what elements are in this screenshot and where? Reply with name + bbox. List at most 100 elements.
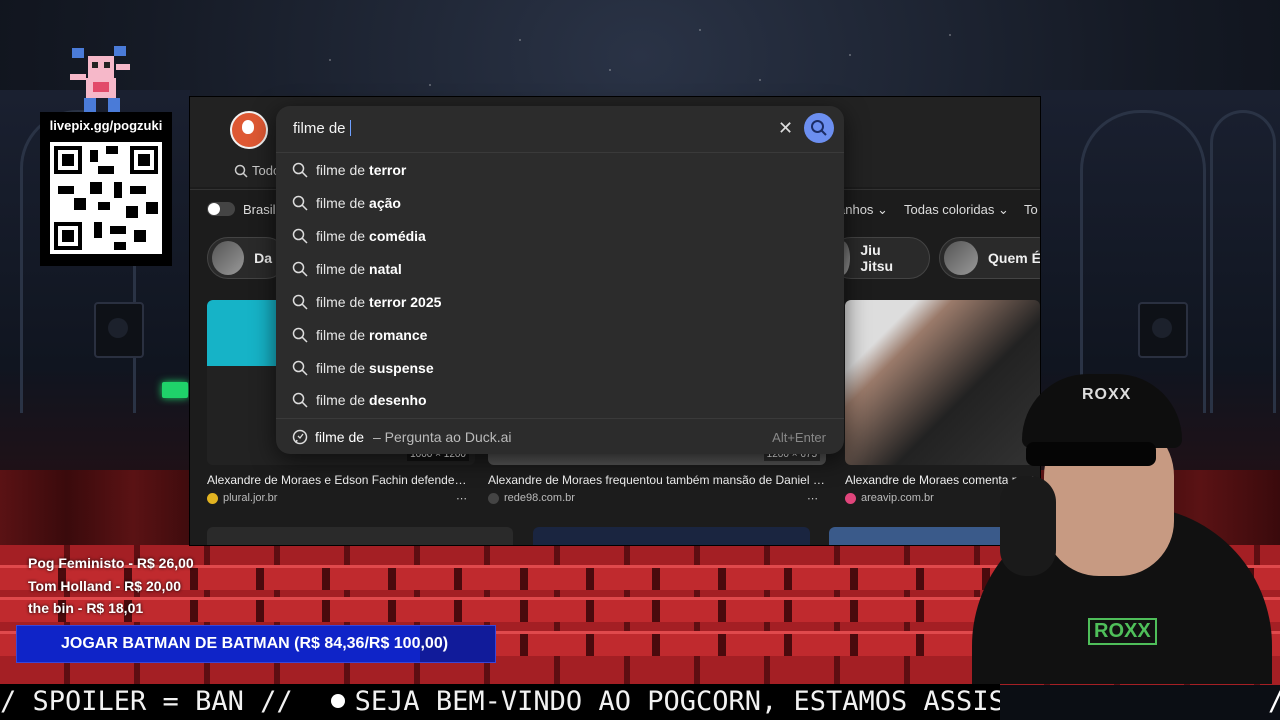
- top-donors-list: Pog Feministo - R$ 26,00 Tom Holland - R…: [28, 552, 194, 620]
- suggestion-prefix: filme de: [316, 228, 366, 244]
- suggestion-prefix: filme de: [316, 294, 366, 310]
- keyboard-shortcut: Alt+Enter: [772, 430, 826, 445]
- livepix-qr-panel: livepix.gg/pogzuki: [40, 112, 172, 266]
- safe-search-toggle[interactable]: [207, 202, 235, 216]
- region-selector[interactable]: Brasil: [243, 202, 276, 217]
- duck-ai-hint: – Pergunta ao Duck.ai: [373, 429, 512, 445]
- suggestion-completion: natal: [369, 261, 402, 277]
- search-suggestions-dropdown: filme de ✕ filme de terror filme de ação f…: [276, 106, 844, 454]
- close-icon[interactable]: ✕: [778, 118, 793, 139]
- image-result[interactable]: [533, 527, 810, 545]
- chip-label: Jiu Jitsu: [860, 242, 894, 274]
- mr-mime-mascot-icon: [70, 46, 130, 112]
- result-source[interactable]: plural.jor.br ⋯: [207, 492, 475, 505]
- chat-bubble-icon: [292, 429, 308, 445]
- exit-sign: [162, 382, 188, 398]
- suggestion-completion: comédia: [369, 228, 426, 244]
- suggestion-prefix: filme de: [316, 162, 366, 178]
- suggestion-completion: romance: [369, 327, 428, 343]
- ticker-bullet-icon: [330, 694, 345, 708]
- webcam-feed: ROXX ROXX: [932, 356, 1280, 684]
- favicon-icon: [845, 492, 856, 504]
- search-submit-button[interactable]: [804, 113, 834, 143]
- suggestion-item[interactable]: filme de ação: [292, 189, 828, 217]
- news-ticker: / SPOILER = BAN // SEJA BEM-VINDO AO POGC…: [0, 684, 1000, 720]
- chevron-down-icon: ⌄: [997, 202, 1009, 217]
- cap-logo: ROXX: [1082, 386, 1132, 403]
- search-icon: [234, 164, 248, 178]
- suggestion-prefix: filme de: [316, 195, 366, 211]
- search-icon: [292, 162, 308, 178]
- suggestion-item[interactable]: filme de natal: [292, 255, 828, 283]
- suggestion-prefix: filme de: [316, 327, 366, 343]
- related-chip[interactable]: Da: [207, 237, 287, 279]
- duck-ai-suggestion[interactable]: filme de – Pergunta ao Duck.ai Alt+Enter: [276, 418, 844, 455]
- size-filter[interactable]: anhos ⌄: [838, 202, 888, 218]
- donor-entry: Tom Holland - R$ 20,00: [28, 577, 181, 594]
- chevron-down-icon: ⌄: [877, 202, 888, 217]
- search-query-text: filme de: [293, 120, 346, 137]
- donor-entry: the bin - R$ 18,01: [28, 600, 144, 616]
- goal-text: JOGAR BATMAN DE BATMAN (R$ 84,36/R$ 100,…: [61, 635, 449, 652]
- ticker-text-right: SEJA BEM-VINDO AO POGCORN, ESTAMOS ASSIS…: [354, 686, 1000, 717]
- qr-code-icon[interactable]: [50, 142, 162, 254]
- streamer-sunglasses: [1026, 442, 1156, 466]
- more-options-icon[interactable]: ⋯: [807, 492, 818, 505]
- color-filter[interactable]: Todas coloridas ⌄: [904, 202, 1009, 218]
- suggestion-completion: ação: [369, 195, 401, 211]
- suggestion-prefix: filme de: [316, 360, 366, 376]
- image-result[interactable]: [207, 527, 513, 545]
- suggestion-prefix: filme de: [316, 261, 366, 277]
- streamer-cap: ROXX: [1022, 374, 1182, 448]
- result-title[interactable]: Alexandre de Moraes frequentou também ma…: [488, 473, 826, 487]
- speaker-icon: [94, 302, 144, 358]
- search-icon: [292, 261, 308, 277]
- search-bar: filme de ✕: [276, 106, 844, 153]
- search-icon: [292, 360, 308, 376]
- search-icon: [292, 195, 308, 211]
- chip-avatar: [944, 241, 978, 275]
- related-chip[interactable]: Quem É: [939, 237, 1040, 279]
- chip-label: Da: [254, 250, 272, 266]
- search-icon: [292, 294, 308, 310]
- suggestion-item[interactable]: filme de desenho: [292, 386, 828, 414]
- suggestion-prefix: filme de: [316, 392, 366, 408]
- color-filter-label: Todas coloridas: [904, 202, 995, 217]
- duckduckgo-logo[interactable]: [230, 111, 268, 149]
- type-filter[interactable]: To: [1024, 202, 1038, 217]
- suggestion-completion: terror 2025: [369, 294, 442, 310]
- result-source-label: areavip.com.br: [861, 492, 934, 504]
- search-input[interactable]: filme de: [293, 120, 351, 137]
- suggestion-item[interactable]: filme de terror 2025: [292, 288, 828, 316]
- qr-url: livepix.gg/pogzuki: [49, 118, 163, 133]
- result-title[interactable]: Alexandre de Moraes e Edson Fachin defen…: [207, 473, 475, 487]
- suggestion-item[interactable]: filme de terror: [292, 156, 828, 184]
- suggestion-item[interactable]: filme de comédia: [292, 222, 828, 250]
- donation-goal-bar: JOGAR BATMAN DE BATMAN (R$ 84,36/R$ 100,…: [16, 625, 496, 663]
- suggestion-completion: suspense: [369, 360, 434, 376]
- result-source-label: plural.jor.br: [223, 492, 278, 504]
- result-source[interactable]: rede98.com.br ⋯: [488, 492, 826, 505]
- donor-entry: Pog Feministo - R$ 26,00: [28, 555, 194, 571]
- shirt-logo: ROXX: [1088, 618, 1157, 645]
- tab-all[interactable]: Todo: [234, 163, 280, 178]
- favicon-icon: [488, 492, 499, 504]
- search-icon: [811, 120, 827, 136]
- more-options-icon[interactable]: ⋯: [456, 492, 467, 505]
- search-icon: [292, 228, 308, 244]
- ticker-text-left: / SPOILER = BAN //: [0, 686, 293, 717]
- text-caret: [349, 120, 351, 136]
- related-chip[interactable]: Jiu Jitsu: [830, 237, 930, 279]
- result-source-label: rede98.com.br: [504, 492, 575, 504]
- suggestion-item[interactable]: filme de romance: [292, 321, 828, 349]
- favicon-icon: [207, 492, 218, 504]
- microphone-icon: [1000, 476, 1056, 576]
- duck-ai-query: filme de: [315, 429, 365, 445]
- suggestion-item[interactable]: filme de suspense: [292, 354, 828, 382]
- speaker-icon: [1138, 302, 1188, 358]
- search-icon: [292, 327, 308, 343]
- suggestion-completion: desenho: [369, 392, 427, 408]
- chip-label: Quem É: [988, 250, 1040, 266]
- suggestion-completion: terror: [369, 162, 407, 178]
- ticker-text-end: /: [1268, 684, 1280, 720]
